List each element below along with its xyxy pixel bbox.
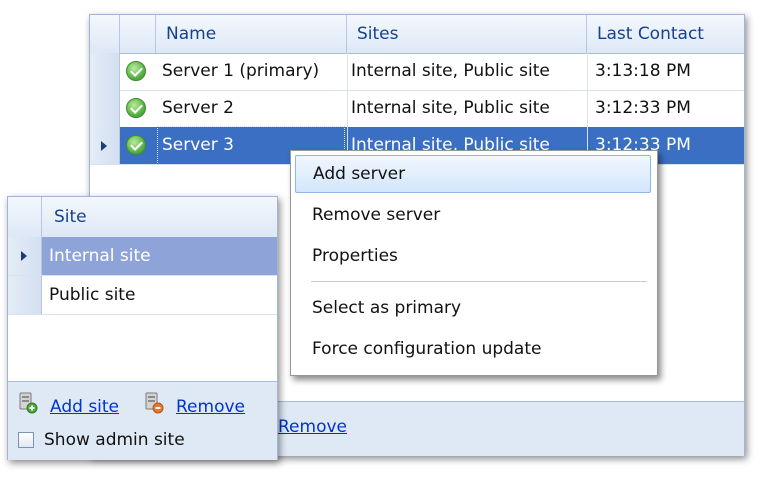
check-circle-icon (126, 98, 146, 118)
sites-footer: Add site Remove Show admin site (8, 381, 277, 460)
row-indicator[interactable] (8, 276, 42, 314)
row-indicator[interactable] (90, 127, 120, 164)
server-last-contact: 3:12:33 PM (595, 98, 691, 118)
site-row[interactable]: Public site (8, 276, 277, 315)
context-menu: Add server Remove server Properties Sele… (290, 150, 658, 376)
row-arrow-icon (21, 251, 27, 261)
show-admin-site-checkbox[interactable] (18, 432, 34, 448)
menu-item-force-configuration-update[interactable]: Force configuration update (295, 330, 651, 368)
row-indicator[interactable] (90, 53, 120, 90)
remove-server-link[interactable]: Remove (278, 417, 347, 437)
header-status-cell (120, 15, 156, 53)
site-name: Internal site (49, 246, 151, 266)
show-admin-site-label: Show admin site (44, 430, 185, 450)
add-site-link[interactable]: Add site (50, 397, 119, 417)
column-divider (347, 53, 348, 165)
menu-item-properties[interactable]: Properties (295, 237, 651, 275)
servers-grid-header: Name Sites Last Contact (90, 15, 744, 54)
sites-panel: Site Internal site Public site Add site (7, 196, 278, 460)
menu-item-add-server[interactable]: Add server (295, 155, 651, 193)
column-header-name[interactable]: Name (156, 15, 347, 53)
menu-item-select-as-primary[interactable]: Select as primary (295, 289, 651, 327)
server-row[interactable]: Server 1 (primary) Internal site, Public… (90, 53, 744, 91)
column-header-sites[interactable]: Sites (347, 15, 587, 53)
server-row[interactable]: Server 2 Internal site, Public site 3:12… (90, 90, 744, 128)
site-name: Public site (49, 285, 136, 305)
empty-indicator-area (8, 315, 42, 381)
header-indicator-cell (8, 197, 42, 237)
header-indicator-cell (90, 15, 120, 53)
row-indicator[interactable] (8, 237, 42, 275)
site-row-selected[interactable]: Internal site (8, 237, 277, 276)
server-sites: Internal site, Public site (351, 61, 550, 81)
row-indicator[interactable] (90, 90, 120, 127)
check-circle-icon (126, 61, 146, 81)
remove-site-link[interactable]: Remove (176, 397, 245, 417)
server-remove-icon[interactable] (144, 392, 164, 414)
check-circle-icon (126, 135, 146, 155)
server-sites: Internal site, Public site (351, 98, 550, 118)
row-arrow-icon (101, 141, 107, 151)
server-name: Server 2 (162, 98, 234, 118)
sites-grid-header: Site (8, 197, 277, 238)
menu-separator (311, 281, 647, 282)
column-header-last-contact[interactable]: Last Contact (587, 15, 744, 53)
server-last-contact: 3:13:18 PM (595, 61, 691, 81)
server-add-icon[interactable] (18, 392, 38, 414)
column-header-site[interactable]: Site (54, 197, 87, 237)
server-name: Server 1 (primary) (162, 61, 320, 81)
menu-item-remove-server[interactable]: Remove server (295, 196, 651, 234)
column-divider (587, 53, 588, 165)
